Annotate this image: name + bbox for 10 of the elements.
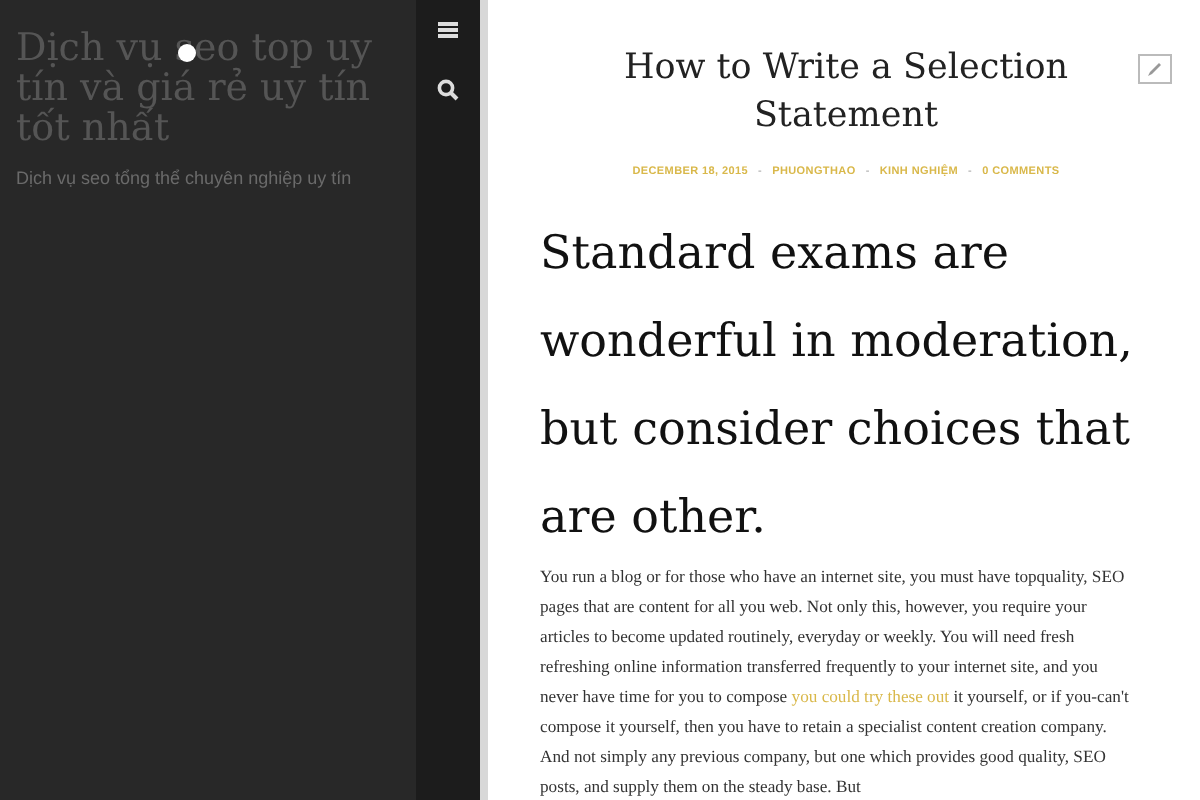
edit-button[interactable] bbox=[1138, 54, 1172, 84]
search-button[interactable] bbox=[436, 78, 460, 102]
dot-icon bbox=[178, 44, 196, 62]
inline-link[interactable]: you could try these out bbox=[791, 686, 950, 706]
article-paragraph: You run a blog or for those who have an internet site, you must have topquality, SEO pages that are content for all you web. Not only this, however, you require your articles to become updated routinely, everyday or weekly. You will need fresh refreshing online information transferred frequently to your internet site, and you never have time for you to compose you could try these out it yourself, or if you-can't compose it yourself, then you have to retain a specialist content creation company. And not simply any previous company, but one which provides good quality, SEO posts, and supply them on the steady base. But bbox=[540, 564, 1131, 800]
pencil-icon bbox=[1146, 60, 1164, 78]
menu-button[interactable] bbox=[436, 18, 460, 42]
site-tagline: Dịch vụ seo tổng thể chuyên nghiệp uy tín bbox=[16, 168, 354, 188]
post-title: How to Write a Selection Statement bbox=[621, 46, 1071, 140]
article-heading: Standard exams are wonderful in moderation, but consider choices that are other. bbox=[540, 226, 1135, 548]
